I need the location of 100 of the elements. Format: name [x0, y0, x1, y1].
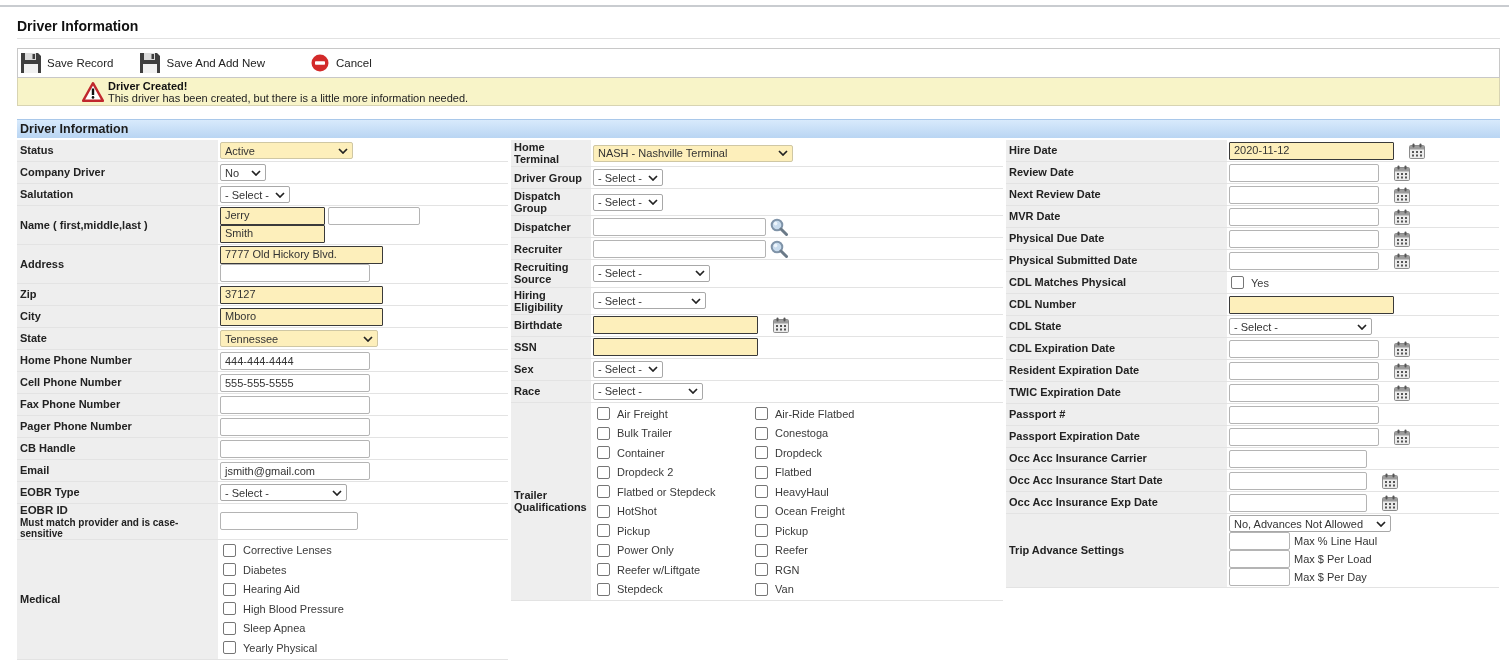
- checkbox-label[interactable]: Flatbed: [775, 466, 812, 478]
- dropdown[interactable]: No, Advances Not Allowed: [1229, 515, 1391, 532]
- calendar-icon[interactable]: [773, 317, 789, 334]
- search-icon[interactable]: [770, 217, 788, 236]
- search-icon[interactable]: [770, 239, 788, 258]
- checkbox[interactable]: [597, 407, 610, 420]
- checkbox-label[interactable]: Reefer w/Liftgate: [617, 563, 701, 576]
- date-field[interactable]: [1229, 361, 1379, 380]
- checkbox[interactable]: [223, 582, 236, 596]
- dropdown[interactable]: - Select -: [593, 193, 663, 211]
- checkbox[interactable]: [223, 563, 236, 577]
- checkbox-label[interactable]: Power Only: [617, 544, 674, 556]
- text-field[interactable]: [220, 395, 370, 414]
- checkbox[interactable]: [223, 621, 236, 635]
- text-field[interactable]: [220, 439, 370, 458]
- checkbox-label[interactable]: Bulk Trailer: [617, 427, 673, 439]
- checkbox[interactable]: [597, 563, 610, 576]
- text-field[interactable]: [220, 264, 370, 282]
- date-field[interactable]: [1229, 471, 1367, 490]
- checkbox-label[interactable]: Dropdeck 2: [617, 466, 674, 478]
- checkbox[interactable]: [597, 524, 610, 537]
- text-field[interactable]: [1229, 405, 1379, 424]
- checkbox-label[interactable]: Corrective Lenses: [243, 544, 332, 557]
- checkbox[interactable]: [755, 563, 768, 576]
- checkbox-label[interactable]: Yearly Physical: [243, 641, 318, 654]
- checkbox[interactable]: [597, 504, 610, 518]
- checkbox-label[interactable]: Stepdeck: [617, 583, 663, 595]
- text-field[interactable]: [1229, 550, 1290, 568]
- cancel-button[interactable]: Cancel: [310, 54, 372, 72]
- dropdown[interactable]: - Select -: [593, 360, 663, 378]
- calendar-icon[interactable]: [1394, 428, 1410, 445]
- checkbox[interactable]: [755, 543, 768, 557]
- checkbox-label[interactable]: Air-Ride Flatbed: [775, 407, 855, 420]
- date-field[interactable]: [1229, 163, 1379, 182]
- text-field[interactable]: 37127: [220, 285, 383, 304]
- dropdown[interactable]: - Select -: [220, 186, 290, 203]
- text-field[interactable]: [220, 512, 358, 531]
- text-field[interactable]: [1229, 295, 1394, 314]
- calendar-icon[interactable]: [1382, 472, 1398, 489]
- checkbox-label[interactable]: Reefer: [775, 544, 809, 556]
- checkbox-label[interactable]: Flatbed or Stepdeck: [617, 485, 716, 498]
- checkbox[interactable]: [1231, 276, 1244, 289]
- calendar-icon[interactable]: [1409, 142, 1425, 159]
- dropdown[interactable]: - Select -: [220, 484, 347, 501]
- calendar-icon[interactable]: [1394, 362, 1410, 379]
- calendar-icon[interactable]: [1394, 164, 1410, 181]
- checkbox-label[interactable]: HotShot: [617, 505, 657, 517]
- date-field[interactable]: [1229, 339, 1379, 358]
- dropdown[interactable]: Active: [220, 142, 353, 159]
- checkbox[interactable]: [223, 641, 236, 655]
- dropdown[interactable]: - Select -: [593, 169, 663, 187]
- checkbox[interactable]: [755, 504, 768, 518]
- calendar-icon[interactable]: [1394, 208, 1410, 225]
- dropdown[interactable]: Tennessee: [220, 330, 378, 347]
- calendar-icon[interactable]: [1394, 186, 1410, 203]
- dropdown[interactable]: - Select -: [593, 382, 703, 400]
- checkbox[interactable]: [755, 485, 768, 498]
- checkbox-label[interactable]: High Blood Pressure: [243, 602, 344, 615]
- dropdown[interactable]: - Select -: [593, 292, 706, 310]
- text-field[interactable]: [1229, 568, 1290, 586]
- dropdown[interactable]: No: [220, 164, 266, 181]
- checkbox[interactable]: [597, 543, 610, 557]
- date-field[interactable]: [1229, 251, 1379, 270]
- checkbox[interactable]: [597, 582, 610, 596]
- checkbox-label[interactable]: HeavyHaul: [775, 485, 829, 498]
- calendar-icon[interactable]: [1394, 384, 1410, 401]
- checkbox-label[interactable]: Conestoga: [775, 427, 829, 439]
- calendar-icon[interactable]: [1394, 340, 1410, 357]
- date-field[interactable]: 2020-11-12: [1229, 141, 1394, 160]
- date-field[interactable]: [1229, 207, 1379, 226]
- checkbox-label[interactable]: Pickup: [617, 524, 651, 537]
- date-field[interactable]: [1229, 427, 1379, 446]
- checkbox[interactable]: [597, 446, 610, 459]
- text-field[interactable]: 555-555-5555: [220, 373, 370, 392]
- dropdown[interactable]: - Select -: [1229, 318, 1372, 335]
- checkbox-label[interactable]: Ocean Freight: [775, 505, 845, 517]
- date-field[interactable]: [1229, 493, 1367, 512]
- checkbox-label[interactable]: Yes: [1251, 276, 1269, 289]
- text-field[interactable]: [1229, 532, 1290, 550]
- checkbox[interactable]: [755, 524, 768, 537]
- text-field[interactable]: [328, 207, 420, 225]
- text-field[interactable]: Mboro: [220, 307, 383, 326]
- calendar-icon[interactable]: [1394, 230, 1410, 247]
- text-field[interactable]: Smith: [220, 225, 325, 243]
- checkbox-label[interactable]: Hearing Aid: [243, 583, 300, 596]
- date-field[interactable]: [1229, 185, 1379, 204]
- checkbox-label[interactable]: Dropdeck: [775, 446, 823, 459]
- checkbox[interactable]: [755, 582, 768, 596]
- save-button[interactable]: Save Record: [20, 52, 114, 74]
- checkbox[interactable]: [755, 426, 768, 440]
- checkbox-label[interactable]: Van: [775, 583, 794, 595]
- checkbox-label[interactable]: Air Freight: [617, 407, 668, 420]
- text-field[interactable]: [593, 338, 758, 357]
- text-field[interactable]: 7777 Old Hickory Blvd.: [220, 246, 383, 264]
- text-field[interactable]: [593, 217, 766, 236]
- checkbox[interactable]: [223, 543, 236, 557]
- checkbox[interactable]: [755, 446, 768, 459]
- save-button[interactable]: Save And Add New: [139, 52, 265, 74]
- text-field[interactable]: [1229, 449, 1367, 468]
- checkbox-label[interactable]: Diabetes: [243, 563, 287, 576]
